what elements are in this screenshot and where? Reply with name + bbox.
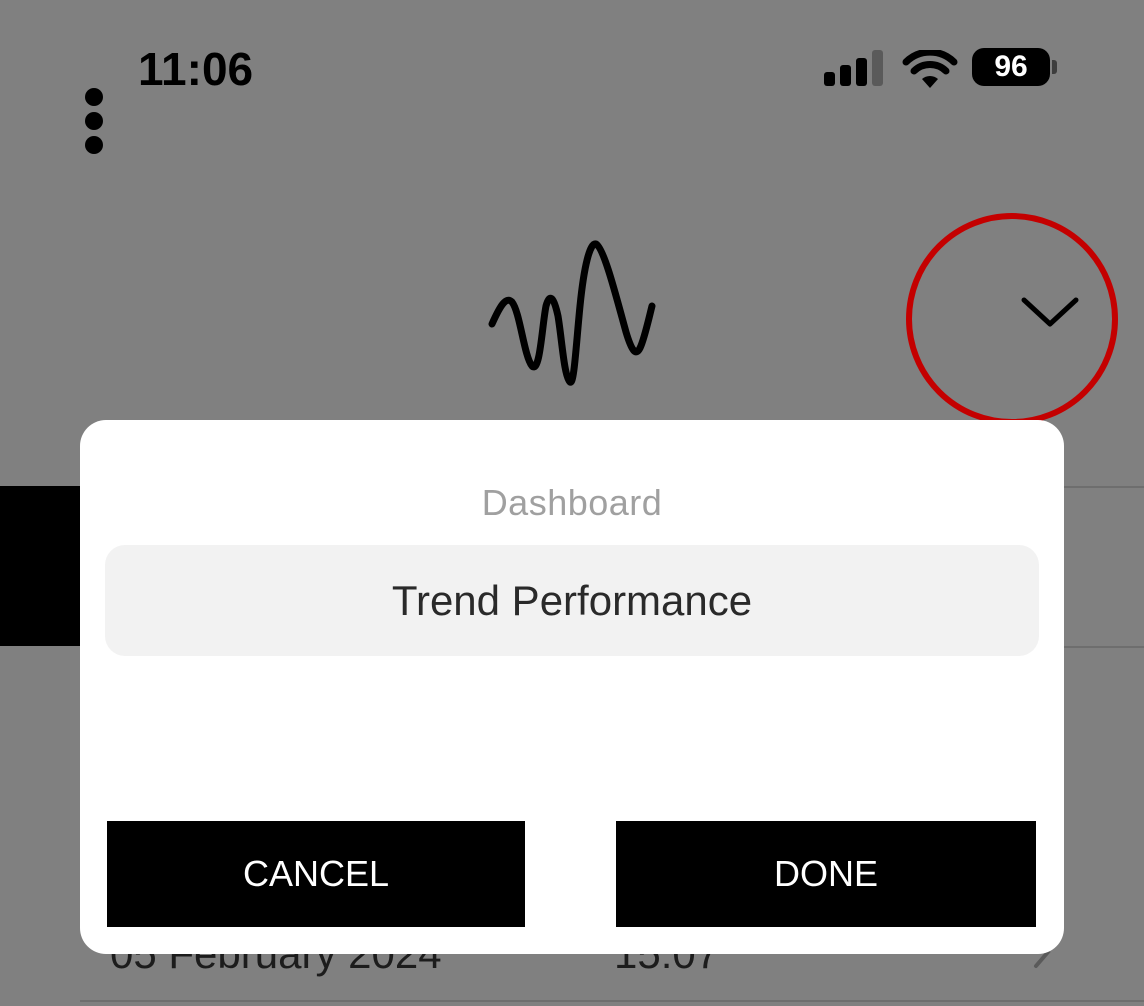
waveform-logo-icon [488,240,656,386]
status-bar-icons: 96 [822,46,1062,90]
battery-level: 96 [972,48,1050,86]
done-button[interactable]: DONE [616,821,1036,927]
status-bar-time: 11:06 [138,43,254,95]
wifi-icon [902,50,958,88]
background-divider [80,1000,1144,1002]
chevron-down-icon[interactable] [1018,290,1082,336]
dashboard-option-trend-performance[interactable]: Trend Performance [105,545,1039,656]
dashboard-picker-dialog: Dashboard Trend Performance CANCEL DONE [80,420,1064,954]
battery-tip [1052,60,1057,74]
kebab-menu-icon[interactable] [82,88,106,154]
dialog-title: Dashboard [481,482,663,523]
cancel-button[interactable]: CANCEL [107,821,525,927]
cellular-signal-icon [824,50,884,86]
annotation-circle [906,213,1118,425]
